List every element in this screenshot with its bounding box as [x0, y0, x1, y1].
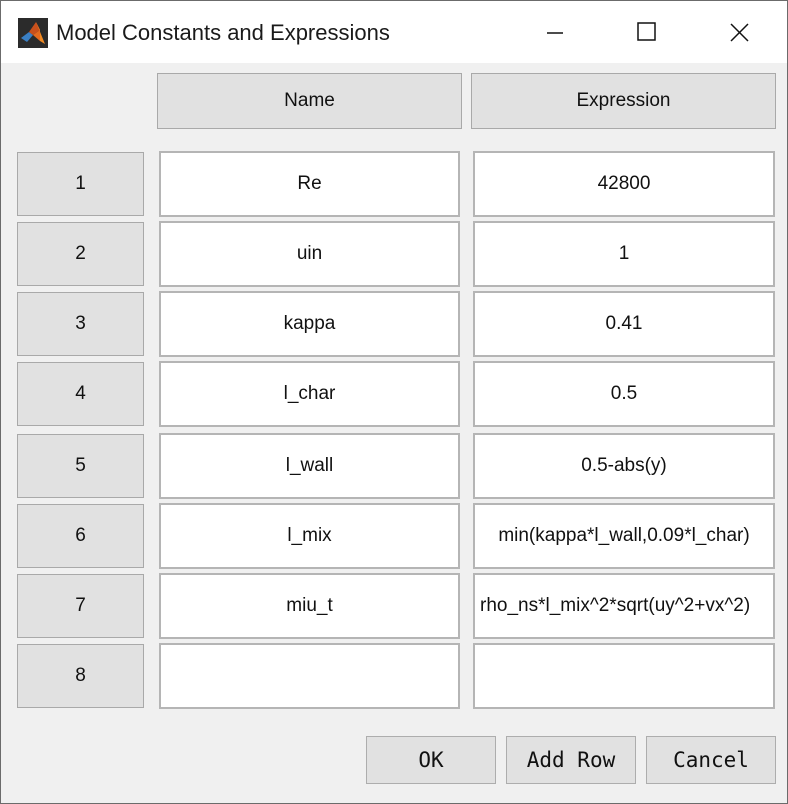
expression-cell-6[interactable]: min(kappa*l_wall,0.09*l_char) [473, 503, 775, 569]
row-header-3[interactable]: 3 [17, 292, 144, 356]
expression-cell-4[interactable]: 0.5 [473, 361, 775, 427]
minimize-icon [547, 32, 563, 34]
row-header-8[interactable]: 8 [17, 644, 144, 708]
name-cell-4[interactable]: l_char [159, 361, 460, 427]
dialog-window: Model Constants and Expressions Name Exp… [0, 0, 788, 804]
ok-button[interactable]: OK [366, 736, 496, 784]
expression-cell-3[interactable]: 0.41 [473, 291, 775, 357]
expression-cell-2[interactable]: 1 [473, 221, 775, 287]
row-header-7[interactable]: 7 [17, 574, 144, 638]
row-header-5[interactable]: 5 [17, 434, 144, 498]
minimize-button[interactable] [507, 1, 599, 63]
title-bar[interactable]: Model Constants and Expressions [1, 1, 787, 63]
add-row-button[interactable]: Add Row [506, 736, 636, 784]
row-header-2[interactable]: 2 [17, 222, 144, 286]
column-header-expression[interactable]: Expression [471, 73, 776, 129]
name-cell-7[interactable]: miu_t [159, 573, 460, 639]
name-cell-5[interactable]: l_wall [159, 433, 460, 499]
matlab-logo-icon [18, 18, 48, 48]
name-cell-3[interactable]: kappa [159, 291, 460, 357]
name-cell-1[interactable]: Re [159, 151, 460, 217]
close-button[interactable] [695, 1, 787, 63]
window-title: Model Constants and Expressions [56, 20, 390, 45]
maximize-button[interactable] [601, 1, 693, 63]
name-cell-6[interactable]: l_mix [159, 503, 460, 569]
maximize-icon [637, 22, 656, 41]
row-header-1[interactable]: 1 [17, 152, 144, 216]
expression-cell-5[interactable]: 0.5-abs(y) [473, 433, 775, 499]
row-header-4[interactable]: 4 [17, 362, 144, 426]
column-header-name[interactable]: Name [157, 73, 462, 129]
expression-cell-7[interactable]: rho_ns*l_mix^2*sqrt(uy^2+vx^2) [473, 573, 775, 639]
cancel-button[interactable]: Cancel [646, 736, 776, 784]
expression-cell-8[interactable] [473, 643, 775, 709]
name-cell-8[interactable] [159, 643, 460, 709]
name-cell-2[interactable]: uin [159, 221, 460, 287]
expression-cell-1[interactable]: 42800 [473, 151, 775, 217]
row-header-6[interactable]: 6 [17, 504, 144, 568]
close-icon [730, 23, 749, 42]
